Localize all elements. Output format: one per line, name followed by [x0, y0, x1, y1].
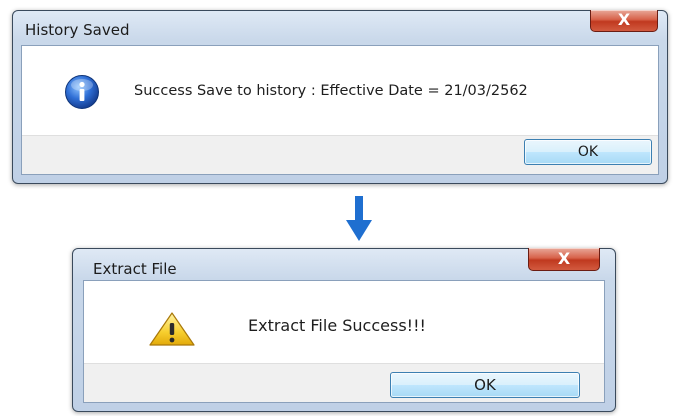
- extract-file-dialog: Extract File X Extract File Success!!! O…: [72, 248, 616, 412]
- dialog-message: Extract File Success!!!: [248, 316, 426, 335]
- dialog-body: Extract File Success!!! OK: [83, 280, 605, 403]
- dialog-title: Extract File: [93, 260, 177, 278]
- dialog-message: Success Save to history : Effective Date…: [134, 83, 528, 99]
- warning-icon: [149, 312, 195, 346]
- close-button[interactable]: X: [528, 248, 600, 271]
- down-arrow-icon: [346, 196, 372, 241]
- dialog-body: Success Save to history : Effective Date…: [21, 45, 659, 175]
- info-icon: [65, 75, 99, 109]
- history-saved-dialog: History Saved X Success Save to history …: [12, 10, 668, 184]
- ok-button[interactable]: OK: [524, 139, 652, 165]
- ok-button[interactable]: OK: [390, 372, 580, 398]
- dialog-title: History Saved: [25, 21, 130, 39]
- close-button[interactable]: X: [590, 10, 658, 32]
